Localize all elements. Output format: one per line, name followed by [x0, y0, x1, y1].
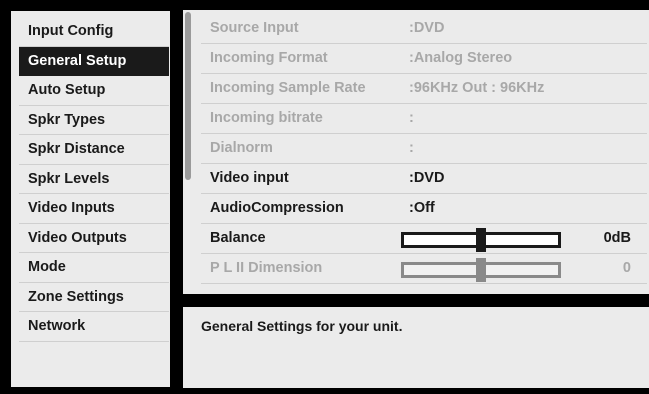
row-incoming-sample-rate: Incoming Sample Rate :96KHz Out : 96KHz: [201, 74, 647, 104]
menu-item-auto-setup[interactable]: Auto Setup: [19, 76, 169, 106]
row-value: :: [409, 110, 414, 126]
pl2-dimension-value: 0: [622, 260, 631, 276]
row-label: Incoming Sample Rate: [210, 80, 366, 96]
menu-item-mode[interactable]: Mode: [19, 253, 169, 283]
menu-item-spkr-levels[interactable]: Spkr Levels: [19, 165, 169, 194]
menu-item-zone-settings[interactable]: Zone Settings: [19, 283, 169, 312]
row-label: Incoming Format: [210, 50, 328, 66]
menu-item-general-setup[interactable]: General Setup: [19, 46, 169, 76]
row-label: AudioCompression: [210, 200, 344, 216]
menu-item-video-outputs[interactable]: Video Outputs: [19, 224, 169, 253]
row-value: :96KHz Out : 96KHz: [409, 80, 545, 96]
menu-item-network[interactable]: Network: [19, 312, 169, 342]
description-panel: General Settings for your unit.: [183, 307, 649, 388]
row-label: Dialnorm: [210, 140, 273, 156]
row-label: Balance: [210, 230, 266, 246]
menu-list: Input Config General Setup Auto Setup Sp…: [19, 17, 169, 342]
menu-item-input-config[interactable]: Input Config: [19, 17, 169, 47]
row-value[interactable]: :DVD: [409, 170, 444, 186]
description-text: General Settings for your unit.: [201, 318, 403, 334]
row-audio-compression[interactable]: AudioCompression :Off: [201, 194, 647, 224]
balance-slider-thumb[interactable]: [476, 228, 486, 252]
settings-rows: Source Input :DVD Incoming Format :Analo…: [201, 14, 647, 284]
row-pl2-dimension: P L II Dimension 0: [201, 254, 647, 284]
row-source-input: Source Input :DVD: [201, 14, 647, 44]
row-value: :: [409, 140, 414, 156]
settings-scrollbar[interactable]: [185, 12, 191, 180]
row-label: Video input: [210, 170, 289, 186]
row-incoming-bitrate: Incoming bitrate :: [201, 104, 647, 134]
menu-item-spkr-distance[interactable]: Spkr Distance: [19, 135, 169, 165]
row-label: Incoming bitrate: [210, 110, 323, 126]
menu-item-spkr-types[interactable]: Spkr Types: [19, 106, 169, 135]
pl2-dimension-slider: [401, 258, 561, 282]
row-value[interactable]: :Off: [409, 200, 435, 216]
row-dialnorm: Dialnorm :: [201, 134, 647, 164]
row-label: Source Input: [210, 20, 299, 36]
menu-item-video-inputs[interactable]: Video Inputs: [19, 194, 169, 224]
row-label: P L II Dimension: [210, 260, 323, 276]
row-value: :DVD: [409, 20, 445, 36]
balance-value: 0dB: [603, 230, 631, 246]
menu-panel: Input Config General Setup Auto Setup Sp…: [11, 11, 170, 387]
settings-panel: Source Input :DVD Incoming Format :Analo…: [183, 10, 649, 294]
balance-slider[interactable]: [401, 228, 561, 252]
row-value: :Analog Stereo: [409, 50, 513, 66]
row-video-input[interactable]: Video input :DVD: [201, 164, 647, 194]
row-incoming-format: Incoming Format :Analog Stereo: [201, 44, 647, 74]
row-balance[interactable]: Balance 0dB: [201, 224, 647, 254]
pl2-dimension-slider-thumb: [476, 258, 486, 282]
